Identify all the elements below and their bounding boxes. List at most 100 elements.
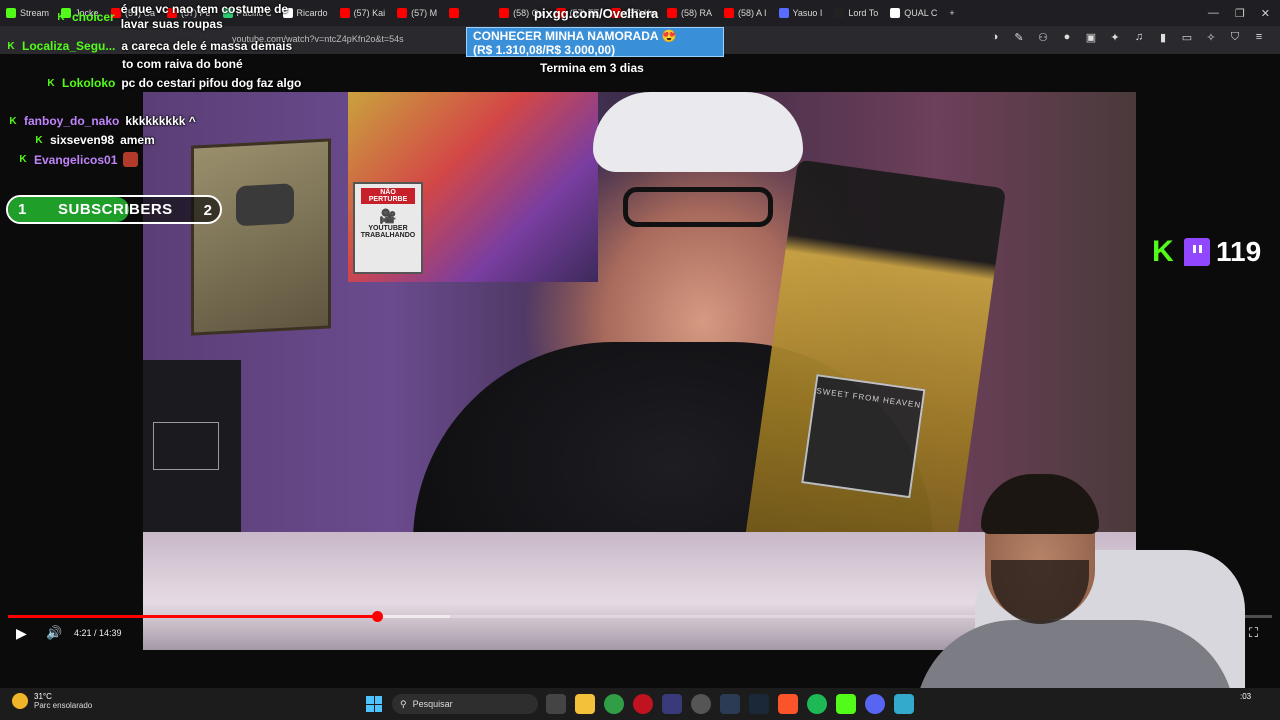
- chat-text: a careca dele é massa demais: [121, 39, 293, 53]
- kick-app-icon[interactable]: [836, 694, 856, 714]
- scrubber-handle[interactable]: [371, 611, 383, 622]
- chat-username: sixseven98: [50, 133, 115, 147]
- browser-tab[interactable]: (57) Kai: [334, 0, 392, 26]
- ai-icon[interactable]: ✧: [1204, 30, 1218, 44]
- bottle-label: SWEET FROM HEAVEN: [801, 374, 926, 499]
- weather-temp: 31°C: [34, 692, 52, 701]
- browser-tab[interactable]: Yasuo I: [773, 0, 829, 26]
- sun-icon: [12, 693, 28, 709]
- search-icon: ⚲: [400, 698, 407, 709]
- extension-icon[interactable]: ⚇: [1036, 30, 1050, 44]
- browser-tab[interactable]: Lord To: [828, 0, 884, 26]
- steam-icon[interactable]: [749, 694, 769, 714]
- app-icon[interactable]: [662, 694, 682, 714]
- chat-message: K Localiza_Segu... a careca dele é massa…: [6, 39, 292, 53]
- browser-tab[interactable]: (57) M: [391, 0, 443, 26]
- browser-tab[interactable]: QUAL C: [884, 0, 943, 26]
- menu-icon[interactable]: ≡: [1252, 30, 1266, 44]
- browser-tab[interactable]: [443, 0, 493, 26]
- kick-badge-icon: K: [57, 11, 65, 23]
- puzzle-icon[interactable]: ✦: [1108, 30, 1122, 44]
- extension-icon[interactable]: ◑: [988, 30, 1002, 44]
- chat-message: K fanboy_do_nako kkkkkkkkk ^: [8, 114, 196, 128]
- subs-current: 1: [18, 201, 27, 218]
- browser-tab[interactable]: Stream: [0, 0, 55, 26]
- fullscreen-icon[interactable]: ⛶: [1249, 625, 1258, 641]
- youtube-icon: [339, 8, 350, 18]
- kick-badge-icon: K: [35, 134, 43, 146]
- wallet-icon[interactable]: ▭: [1180, 30, 1194, 44]
- browser-tab[interactable]: (58) RA: [661, 0, 718, 26]
- youtube-icon: [397, 8, 408, 18]
- chat-text: kkkkkkkkk ^: [125, 114, 196, 128]
- browser-tab[interactable]: (58) A I: [718, 0, 773, 26]
- browser-tab-label: (57) Kai: [353, 8, 386, 18]
- kick-badge-icon: K: [47, 77, 55, 89]
- chat-message: K sixseven98 amem: [34, 133, 154, 147]
- close-icon[interactable]: ✕: [1261, 7, 1270, 20]
- kick-logo-icon: K: [1152, 235, 1174, 268]
- chat-username: choicer: [72, 10, 115, 24]
- search-placeholder: Pesquisar: [412, 699, 453, 709]
- new-tab-button[interactable]: +: [943, 0, 963, 26]
- browser-tab-label: Ricardo: [296, 8, 328, 18]
- chat-text: pc do cestari pifou dog faz algo: [121, 76, 302, 90]
- subscribers-goal-bar: 1 SUBSCRIBERS 2: [6, 195, 222, 224]
- viewer-count: K 119: [1152, 236, 1261, 268]
- extension-icon[interactable]: ✎: [1012, 30, 1026, 44]
- browser-tab-label: Lord To: [848, 8, 879, 18]
- perfume-box: [143, 360, 241, 550]
- media-icon[interactable]: ♫: [1132, 30, 1146, 44]
- extension-icon[interactable]: ▣: [1084, 30, 1098, 44]
- donation-link: pixgg.com/Ovelhera: [534, 6, 659, 21]
- subs-label: SUBSCRIBERS: [58, 201, 173, 218]
- chat-username: fanboy_do_nako: [24, 114, 120, 128]
- emote-icon: [123, 152, 139, 167]
- youtube-icon: [723, 8, 734, 18]
- extension-icon[interactable]: ●: [1060, 30, 1074, 44]
- volume-icon[interactable]: 🔊: [46, 625, 62, 641]
- taskbar-search[interactable]: ⚲ Pesquisar: [392, 694, 538, 714]
- kick-icon: [6, 8, 16, 18]
- youtube-icon: [499, 8, 510, 18]
- github-icon[interactable]: [691, 694, 711, 714]
- twitch-logo-icon: [1184, 238, 1210, 266]
- browser-tab-label: (58) RA: [680, 8, 712, 18]
- file-explorer-icon[interactable]: [575, 694, 595, 714]
- windows-start-icon[interactable]: [366, 696, 382, 712]
- discord-icon[interactable]: [865, 694, 885, 714]
- camera-icon: 🎥: [379, 208, 397, 224]
- do-not-disturb-poster: NÃO PERTURBE 🎥 YOUTUBER TRABALHANDO: [353, 182, 423, 274]
- donation-goal-text: CONHECER MINHA NAMORADA 😍: [473, 29, 677, 43]
- kick-badge-icon: K: [7, 40, 15, 52]
- opera-icon[interactable]: [633, 694, 653, 714]
- chat-message: to com raiva do boné: [122, 57, 243, 71]
- vpn-icon[interactable]: ⛉: [1228, 30, 1242, 44]
- browser-tab-label: Stream: [20, 8, 50, 18]
- browser-tab-label: QUAL C: [904, 8, 938, 18]
- minimize-icon[interactable]: —: [1208, 7, 1219, 19]
- poster-bottom-text: YOUTUBER TRABALHANDO: [360, 225, 416, 239]
- notepad-icon[interactable]: [894, 694, 914, 714]
- chrome-icon[interactable]: [604, 694, 624, 714]
- taskbar-clock: :03: [1240, 692, 1252, 701]
- maximize-icon[interactable]: ❐: [1235, 7, 1245, 20]
- brave-icon[interactable]: [778, 694, 798, 714]
- poster-top-text: NÃO PERTURBE: [361, 188, 415, 204]
- youtube-icon: [449, 8, 460, 18]
- chat-message: K Lokoloko pc do cestari pifou dog faz a…: [46, 76, 301, 90]
- chat-username: Localiza_Segu...: [22, 39, 116, 53]
- taskbar-apps: [546, 694, 914, 714]
- sidebar-icon[interactable]: ▮: [1156, 30, 1170, 44]
- kick-badge-icon: K: [19, 154, 27, 165]
- play-button[interactable]: ▶: [16, 625, 27, 642]
- task-view-icon[interactable]: [546, 694, 566, 714]
- spotify-icon[interactable]: [807, 694, 827, 714]
- weather-widget[interactable]: 31°C Parc ensolarado: [12, 692, 92, 710]
- browser-tab-label: (58) A I: [737, 8, 767, 18]
- chat-username: Evangelicos01: [34, 152, 118, 167]
- chat-message: K Evangelicos01: [18, 152, 139, 167]
- browser-tab-label: Yasuo I: [792, 8, 823, 18]
- donation-ends-text: Termina em 3 dias: [540, 61, 644, 75]
- app-icon[interactable]: [720, 694, 740, 714]
